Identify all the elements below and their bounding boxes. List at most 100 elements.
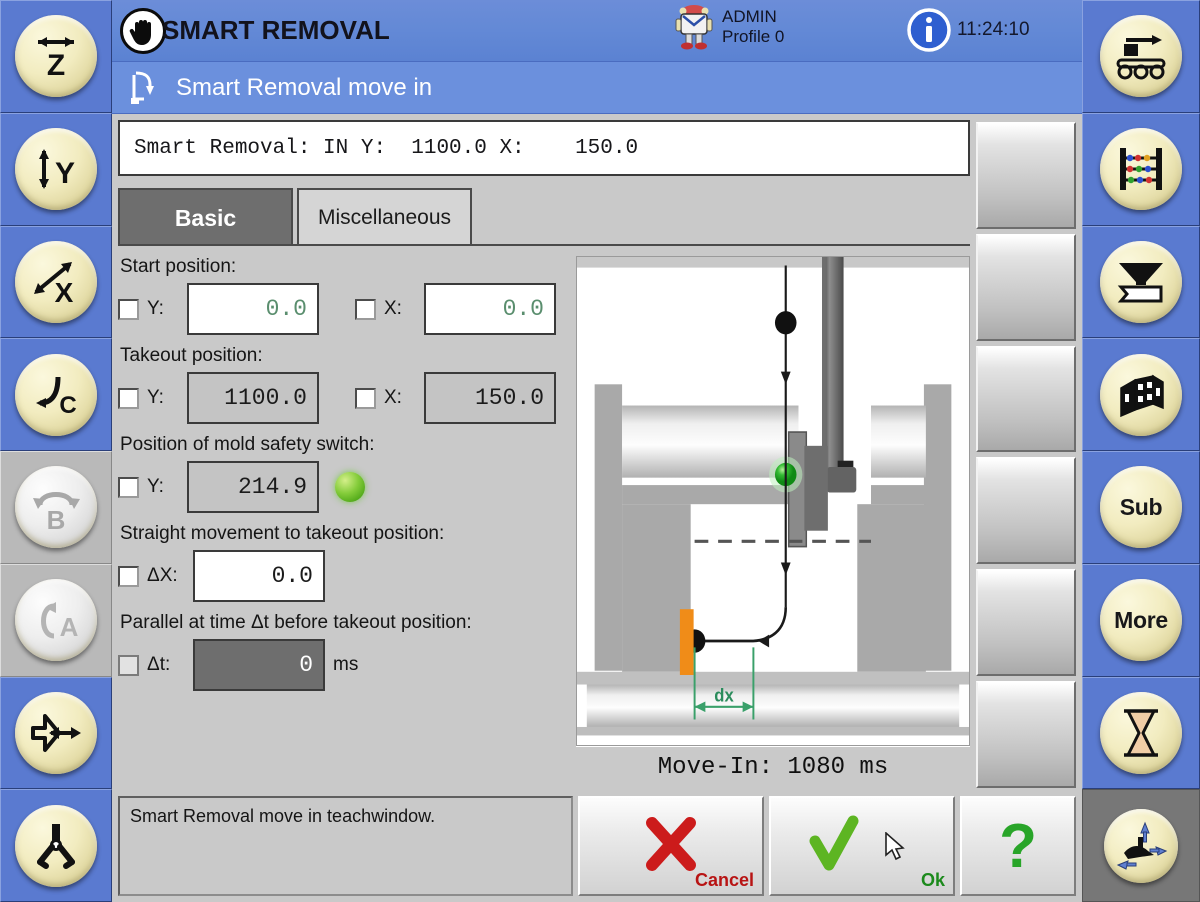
move-in-time: Move-In: 1080 ms <box>657 754 889 781</box>
kinematics-button[interactable] <box>0 676 112 790</box>
axis-z-button[interactable]: Z <box>0 0 112 113</box>
softkey-column <box>976 120 1076 788</box>
svg-text:Y: Y <box>55 157 75 190</box>
group-label-mold-safety-switch: Position of mold safety switch: <box>120 434 375 455</box>
checkbox-start-y[interactable] <box>118 298 139 320</box>
hopper-button[interactable] <box>1082 225 1200 339</box>
tab-miscellaneous[interactable]: Miscellaneous <box>297 188 472 246</box>
green-question-mark-icon: ? <box>999 813 1037 879</box>
checkbox-start-x[interactable] <box>355 298 376 320</box>
wait-button[interactable] <box>1082 676 1200 790</box>
form-column: Start position: Y: 0.0 X: 0.0 Takeout po… <box>118 256 566 788</box>
bottom-bar: Smart Removal move in teachwindow. Cance… <box>118 792 1076 896</box>
field-row-start-position: Y: 0.0 X: 0.0 <box>118 283 566 335</box>
teach-axes-icon <box>1104 808 1178 883</box>
arrow-flag-move-icon <box>15 691 97 774</box>
conveyor-belt-icon <box>1100 15 1182 98</box>
input-start-y[interactable]: 0.0 <box>187 283 319 335</box>
ok-button[interactable]: Ok <box>769 796 955 896</box>
window-title: Smart Removal move in <box>176 73 433 101</box>
checkbox-takeout-x[interactable] <box>355 387 376 409</box>
status-text: Smart Removal: IN Y: 1100.0 X: 150.0 <box>134 136 639 160</box>
svg-text:A: A <box>60 612 79 642</box>
user-name: ADMIN <box>722 7 777 27</box>
counter-button[interactable] <box>1082 112 1200 226</box>
axis-c-button[interactable]: C <box>0 338 112 451</box>
content-row: Smart Removal: IN Y: 1100.0 X: 150.0 Bas… <box>118 120 1076 788</box>
ok-label: Ok <box>920 870 945 890</box>
label-takeout-y: Y: <box>147 387 164 408</box>
field-row-mold-safety-switch: Y: 214.9 <box>118 461 566 513</box>
teach-button[interactable] <box>1082 789 1200 902</box>
svg-text:C: C <box>59 392 76 419</box>
softkey-6[interactable] <box>976 681 1076 788</box>
machine-diagram[interactable]: dx <box>576 256 970 746</box>
gripper-icon <box>15 804 97 887</box>
more-button-label: More <box>1114 606 1168 633</box>
graphic-column: dx Move-In: 1080 ms <box>576 256 970 788</box>
softkey-5[interactable] <box>976 569 1076 677</box>
content-main: Smart Removal: IN Y: 1100.0 X: 150.0 Bas… <box>118 120 970 788</box>
group-label-parallel-time: Parallel at time Δt before takeout posit… <box>120 612 472 633</box>
unit-delta-t: ms <box>333 654 359 675</box>
input-takeout-x[interactable]: 150.0 <box>424 372 556 424</box>
input-delta-x[interactable]: 0.0 <box>193 550 325 602</box>
axis-z-icon: Z <box>15 15 97 98</box>
message-text: Smart Removal move in teachwindow. <box>130 806 436 826</box>
tab-bar: Basic Miscellaneous <box>118 184 970 246</box>
axis-a-icon: A <box>15 579 97 662</box>
axis-y-button[interactable]: Y <box>0 112 112 226</box>
mouse-cursor-icon <box>885 832 905 861</box>
group-label-straight-movement: Straight movement to takeout position: <box>120 523 445 544</box>
hand-icon[interactable] <box>120 7 166 54</box>
gripper-button[interactable] <box>0 789 112 902</box>
axis-a-button[interactable]: A <box>0 563 112 677</box>
cancel-button[interactable]: Cancel <box>578 796 764 896</box>
status-led-green <box>335 472 365 502</box>
app-title: SMART REMOVAL <box>162 15 390 45</box>
label-mold-safety-y: Y: <box>147 476 164 497</box>
stacking-button[interactable] <box>1082 338 1200 451</box>
checkbox-delta-x[interactable] <box>118 565 139 587</box>
red-x-icon <box>646 817 696 871</box>
field-row-takeout-position: Y: 1100.0 X: 150.0 <box>118 372 566 424</box>
more-button[interactable]: More <box>1082 563 1200 677</box>
green-check-icon <box>809 815 859 871</box>
tab-underline <box>118 244 970 246</box>
message-box[interactable]: Smart Removal move in teachwindow. <box>118 796 573 896</box>
softkey-2[interactable] <box>976 233 1076 341</box>
main-area: SMART REMOVAL ADMIN Profile 0 11:24:10 S… <box>112 0 1082 902</box>
checkbox-delta-t[interactable] <box>118 654 139 676</box>
input-delta-t[interactable]: 0 <box>193 639 325 691</box>
field-row-straight-movement: ΔX: 0.0 <box>118 550 566 602</box>
abacus-icon <box>1100 128 1182 211</box>
softkey-1[interactable] <box>976 122 1076 229</box>
svg-text:X: X <box>55 277 74 308</box>
svg-text:?: ? <box>999 813 1037 879</box>
checkbox-mold-safety-y[interactable] <box>118 476 139 498</box>
input-mold-safety-y[interactable]: 214.9 <box>187 461 319 513</box>
softkey-3[interactable] <box>976 345 1076 453</box>
conveyor-button[interactable] <box>1082 0 1200 113</box>
hourglass-icon <box>1100 691 1182 774</box>
axis-x-icon: X <box>15 240 97 323</box>
sub-button[interactable]: Sub <box>1082 451 1200 564</box>
stacking-cubes-icon <box>1100 353 1182 436</box>
svg-text:B: B <box>47 505 66 533</box>
label-start-x: X: <box>384 298 402 319</box>
input-takeout-y[interactable]: 1100.0 <box>187 372 319 424</box>
axis-y-icon: Y <box>15 128 97 211</box>
info-icon <box>907 8 951 52</box>
checkbox-takeout-y[interactable] <box>118 387 139 409</box>
axis-x-button[interactable]: X <box>0 225 112 339</box>
tab-miscellaneous-label: Miscellaneous <box>317 206 452 229</box>
tab-basic[interactable]: Basic <box>118 188 293 246</box>
help-button[interactable]: ? <box>960 796 1076 896</box>
user-block[interactable]: ADMIN Profile 0 <box>672 3 784 51</box>
svg-text:Z: Z <box>47 49 65 82</box>
clock-block[interactable]: 11:24:10 <box>907 8 1030 52</box>
axis-b-icon: B <box>15 466 97 549</box>
input-start-x[interactable]: 0.0 <box>424 283 556 335</box>
softkey-4[interactable] <box>976 457 1076 565</box>
axis-b-button[interactable]: B <box>0 451 112 564</box>
